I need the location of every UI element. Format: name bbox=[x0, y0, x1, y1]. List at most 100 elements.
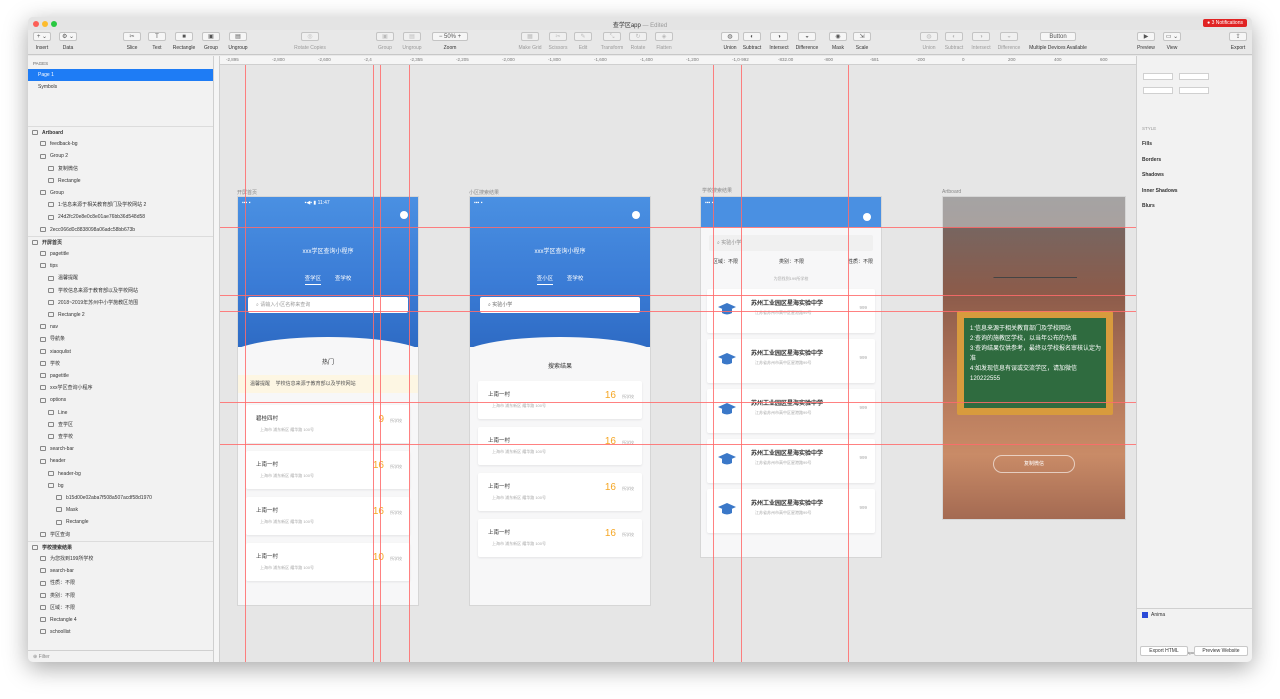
list-item[interactable]: 上南一村 上海市 浦东新区 耀华路 100号 10 所学校 bbox=[246, 543, 410, 581]
layer-item[interactable]: Rectangle 4 bbox=[28, 614, 213, 626]
toolbar-subtract-button[interactable]: ◐ Subtract bbox=[944, 30, 964, 55]
filter-field[interactable]: ⊕ Filter bbox=[28, 650, 213, 662]
tab-district[interactable]: 查小区 bbox=[536, 276, 554, 285]
filter-area[interactable]: 区域：不限 bbox=[713, 258, 738, 265]
toolbar-scissors-button[interactable]: ✂ Scissors bbox=[548, 30, 568, 55]
layer-item[interactable]: header-bg bbox=[28, 468, 213, 480]
layer-item[interactable]: 温馨提醒 bbox=[28, 272, 213, 284]
x-field[interactable] bbox=[1143, 73, 1173, 80]
guide-line[interactable] bbox=[409, 56, 410, 662]
layer-item[interactable]: Rectangle bbox=[28, 175, 213, 187]
artboard-home[interactable]: ▪▪▪ ▪ ▪◀▪ ▮ 11:47 xxx学区查询小程序 查学区 查学校 ⌕ 请… bbox=[237, 196, 419, 606]
layer-item[interactable]: search-bar bbox=[28, 565, 213, 577]
toolbar-intersect-button[interactable]: ◑ Intersect bbox=[971, 30, 991, 55]
tab-school[interactable]: 查学校 bbox=[335, 276, 352, 282]
filter-category[interactable]: 类别：不限 bbox=[779, 258, 804, 265]
toolbar-group-button[interactable]: ▣ Group bbox=[375, 30, 395, 55]
guide-line[interactable] bbox=[220, 227, 1136, 228]
layer-item[interactable]: 1:信息来源于相关教育部门及学校网站 2 bbox=[28, 199, 213, 211]
list-item[interactable]: 上南一村 上海市 浦东新区 耀华路 100号 16 所学校 bbox=[478, 473, 642, 511]
style-section-borders[interactable]: Borders bbox=[1142, 157, 1161, 163]
toolbar-multiple-devices-available-button[interactable]: Button Multiple Devices Available bbox=[1029, 30, 1087, 55]
layer-item[interactable]: tips bbox=[28, 260, 213, 272]
toolbar-union-button[interactable]: ◍ Union bbox=[919, 30, 939, 55]
layer-item[interactable]: Artboard bbox=[28, 126, 213, 138]
toolbar-edit-button[interactable]: ✎ Edit bbox=[573, 30, 593, 55]
layer-item[interactable]: 性质：不限 bbox=[28, 577, 213, 589]
list-item[interactable]: 上南一村 上海市 浦东新区 耀华路 100号 16 所学校 bbox=[246, 451, 410, 489]
toolbar-slice-button[interactable]: ✂ Slice bbox=[122, 30, 142, 55]
copy-wechat-button[interactable]: 复制微信 bbox=[993, 455, 1075, 473]
layer-item[interactable]: Line bbox=[28, 407, 213, 419]
layer-item[interactable]: 2018~2019年苏州中小学施教区范围 bbox=[28, 297, 213, 309]
school-item[interactable]: 苏州工业园区星海实验中学 江苏省苏州市高中区星港路99号 999 bbox=[707, 339, 875, 383]
toolbar-ungroup-button[interactable]: ▤ Ungroup bbox=[228, 30, 248, 55]
layer-item[interactable]: nav bbox=[28, 321, 213, 333]
preview-website-button[interactable]: Preview Website bbox=[1194, 646, 1248, 656]
layer-item[interactable]: 为您找到199所学校 bbox=[28, 553, 213, 565]
layer-item[interactable]: 区域：不限 bbox=[28, 602, 213, 614]
guide-line[interactable] bbox=[741, 56, 742, 662]
style-section-inner-shadows[interactable]: Inner Shadows bbox=[1142, 188, 1178, 194]
toolbar-preview-button[interactable]: ▶ Preview bbox=[1136, 30, 1156, 55]
layer-item[interactable]: Rectangle bbox=[28, 516, 213, 528]
layer-item[interactable]: search-bar bbox=[28, 443, 213, 455]
toolbar-mask-button[interactable]: ◉ Mask bbox=[828, 30, 848, 55]
layer-item[interactable]: 学校 bbox=[28, 358, 213, 370]
layer-item[interactable]: header bbox=[28, 455, 213, 467]
artboard-school-results[interactable]: ▪▪▪ ▪ ⌕ 实验小学 区域：不限 类别：不限 性质：不限 为您找到199所学… bbox=[700, 196, 882, 558]
guide-line[interactable] bbox=[220, 295, 1136, 296]
toolbar-flatten-button[interactable]: ◈ Flatten bbox=[654, 30, 674, 55]
guide-line[interactable] bbox=[220, 444, 1136, 445]
toolbar-view-button[interactable]: ▭ ⌄ View bbox=[1162, 30, 1182, 55]
toolbar-rotate-copies-button[interactable]: ◎ Rotate Copies bbox=[294, 30, 326, 55]
guide-line[interactable] bbox=[380, 56, 381, 662]
layer-item[interactable]: 2ecc066d0c8838098a06adc58bb673b bbox=[28, 224, 213, 236]
toolbar-data-button[interactable]: ⚙ ⌄ Data bbox=[58, 30, 78, 55]
layer-item[interactable]: 开屏首页 bbox=[28, 235, 213, 248]
layer-item[interactable]: feedback-bg bbox=[28, 138, 213, 150]
guide-line[interactable] bbox=[848, 56, 849, 662]
layer-item[interactable]: 学校信息来源于教育部以及学校网站 bbox=[28, 285, 213, 297]
layer-item[interactable]: 导航条 bbox=[28, 333, 213, 345]
layer-item[interactable]: pagetitle bbox=[28, 370, 213, 382]
artboard-xiaoqu-results[interactable]: ▪▪▪ ▪ xxx学区查询小程序 查小区 查学校 ⌕ 实验小学 搜索结果 上南一… bbox=[469, 196, 651, 606]
page-item[interactable]: Symbols bbox=[28, 81, 213, 93]
artboard-feedback[interactable]: 1:信息来源于相关教育部门及学校网站 2:查询的施教区学校，以当年公布的为准 3:查… bbox=[942, 196, 1126, 520]
guide-line[interactable] bbox=[373, 56, 374, 662]
layer-item[interactable]: 类别：不限 bbox=[28, 590, 213, 602]
toolbar-difference-button[interactable]: ◒ Difference bbox=[998, 30, 1020, 55]
style-section-blurs[interactable]: Blurs bbox=[1142, 203, 1155, 209]
guide-line[interactable] bbox=[220, 402, 1136, 403]
list-item[interactable]: 上南一村 上海市 浦东新区 耀华路 100号 16 所学校 bbox=[246, 497, 410, 535]
w-field[interactable] bbox=[1143, 87, 1173, 94]
guide-line[interactable] bbox=[713, 56, 714, 662]
filter-nature[interactable]: 性质：不限 bbox=[848, 258, 873, 265]
toolbar-rotate-button[interactable]: ↻ Rotate bbox=[628, 30, 648, 55]
artboard-label[interactable]: Artboard bbox=[942, 189, 961, 195]
toolbar-insert-button[interactable]: + ⌄ Insert bbox=[32, 30, 52, 55]
canvas[interactable]: 开屏首页 ▪▪▪ ▪ ▪◀▪ ▮ 11:47 xxx学区查询小程序 查学区 查学… bbox=[220, 56, 1136, 662]
layer-item[interactable]: 查学区 bbox=[28, 419, 213, 431]
toolbar-difference-button[interactable]: ◒ Difference bbox=[796, 30, 818, 55]
page-item[interactable]: Page 1 bbox=[28, 69, 213, 81]
toolbar-subtract-button[interactable]: ◐ Subtract bbox=[742, 30, 762, 55]
school-item[interactable]: 苏州工业园区星海实验中学 江苏省苏州市高中区星港路99号 999 bbox=[707, 489, 875, 533]
list-item[interactable]: 上南一村 上海市 浦东新区 耀华路 100号 16 所学校 bbox=[478, 519, 642, 557]
toolbar-ungroup-button[interactable]: ▤ Ungroup bbox=[402, 30, 422, 55]
artboard-label[interactable]: 学校搜索结果 bbox=[702, 187, 732, 194]
school-item[interactable]: 苏州工业园区星海实验中学 江苏省苏州市高中区星港路99号 999 bbox=[707, 389, 875, 433]
layer-item[interactable]: 24d2fc20e8e0c8e01ae76bb36d548d58 bbox=[28, 211, 213, 223]
toolbar-export-button[interactable]: ⇪ Export bbox=[1228, 30, 1248, 55]
toolbar-union-button[interactable]: ◍ Union bbox=[720, 30, 740, 55]
layer-item[interactable]: xiaoqulist bbox=[28, 346, 213, 358]
artboard-label[interactable]: 开屏首页 bbox=[237, 189, 257, 196]
style-section-shadows[interactable]: Shadows bbox=[1142, 172, 1164, 178]
layer-item[interactable]: Group 2 bbox=[28, 150, 213, 162]
layer-item[interactable]: xxx学区查询小程序 bbox=[28, 382, 213, 394]
layer-item[interactable]: bg bbox=[28, 480, 213, 492]
layer-item[interactable]: 学区查询 bbox=[28, 529, 213, 541]
toolbar-group-button[interactable]: ▣ Group bbox=[201, 30, 221, 55]
h-field[interactable] bbox=[1179, 87, 1209, 94]
artboard-label[interactable]: 小区搜索结果 bbox=[469, 189, 499, 196]
